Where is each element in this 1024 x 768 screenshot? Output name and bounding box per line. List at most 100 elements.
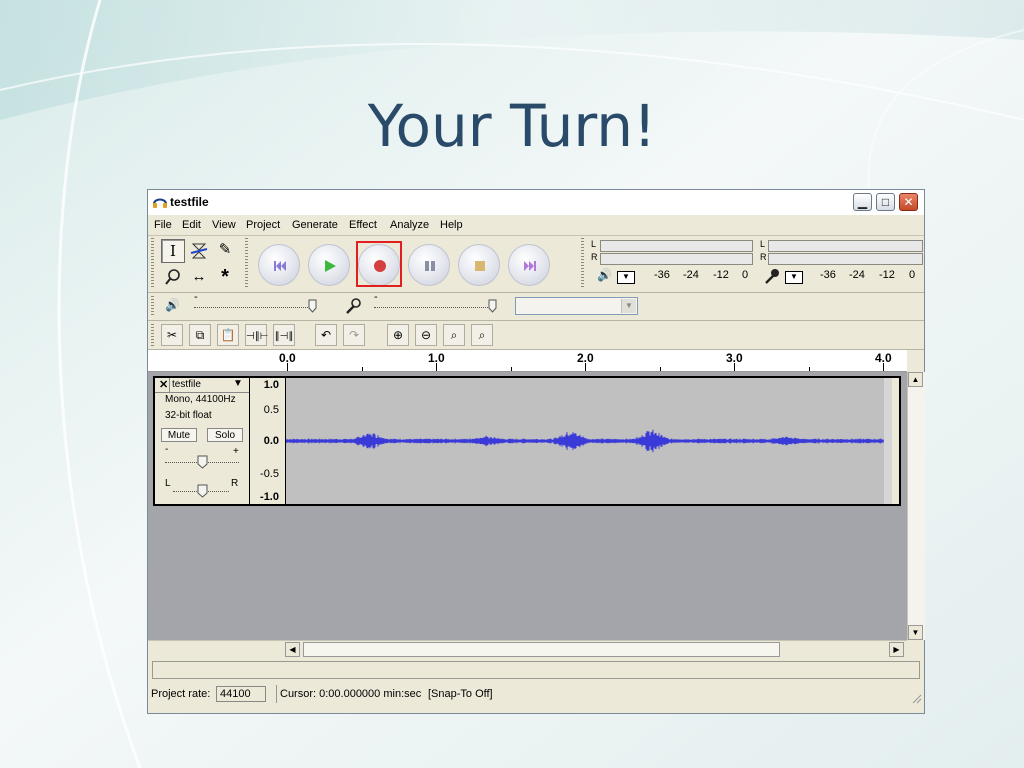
- fit-project-icon: ⌕: [478, 328, 486, 342]
- toolbar-grip[interactable]: [151, 238, 154, 288]
- gain-plus-label: +: [233, 446, 239, 457]
- input-meter-menu-button[interactable]: ▼: [785, 271, 803, 284]
- cut-button[interactable]: ✂: [161, 324, 183, 346]
- transport-grip[interactable]: [245, 238, 248, 288]
- menu-analyze[interactable]: Analyze: [390, 219, 429, 231]
- horizontal-scrollbar[interactable]: ◀ ▶: [148, 640, 907, 658]
- play-button[interactable]: [308, 244, 350, 286]
- skip-to-end-button[interactable]: [508, 244, 550, 286]
- solo-button[interactable]: Solo: [207, 428, 243, 442]
- output-volume-minus-label: -: [194, 291, 198, 303]
- input-volume-thumb[interactable]: [488, 299, 497, 313]
- slide-title: Your Turn!: [367, 92, 657, 160]
- menu-effect[interactable]: Effect: [349, 219, 377, 231]
- input-volume-slider[interactable]: [374, 307, 494, 308]
- meter-grip[interactable]: [581, 238, 584, 288]
- trim-button[interactable]: ⊣∥⊢: [245, 324, 268, 346]
- ruler-tick: [734, 363, 735, 371]
- waveform-display[interactable]: [286, 378, 892, 504]
- track-name-menu[interactable]: testfile: [172, 379, 201, 390]
- paste-icon: 📋: [220, 328, 236, 342]
- input-source-select[interactable]: ▼: [515, 297, 638, 315]
- dropdown-arrow-icon: ▼: [790, 272, 798, 281]
- close-button[interactable]: ✕: [899, 193, 918, 211]
- scroll-down-button[interactable]: ▼: [908, 625, 923, 640]
- amplitude-label: 0.5: [263, 404, 279, 416]
- toolbar-mixer: 🔊 - - ▼: [148, 291, 924, 321]
- output-volume-slider[interactable]: [194, 307, 314, 308]
- menu-help[interactable]: Help: [440, 219, 463, 231]
- input-meter-left[interactable]: [768, 240, 923, 252]
- amplitude-label: 1.0: [263, 379, 279, 391]
- output-volume-thumb[interactable]: [308, 299, 317, 313]
- scroll-up-button[interactable]: ▲: [908, 372, 923, 387]
- envelope-tool-button[interactable]: [187, 239, 211, 263]
- draw-tool-button[interactable]: ✎: [213, 239, 237, 263]
- zoom-tool-button[interactable]: [161, 266, 185, 290]
- mute-button[interactable]: Mute: [161, 428, 197, 442]
- paste-button[interactable]: 📋: [217, 324, 239, 346]
- silence-icon: ∥⊣∥: [274, 331, 294, 342]
- chevron-up-icon: ▲: [911, 375, 920, 384]
- output-meter-right[interactable]: [600, 253, 753, 265]
- menu-file[interactable]: File: [154, 219, 172, 231]
- gain-slider-thumb[interactable]: [197, 455, 208, 469]
- redo-icon: ↷: [348, 328, 360, 342]
- microphone-icon: [765, 269, 779, 284]
- status-message-box: [152, 661, 920, 679]
- ruler-tick: [361, 367, 363, 371]
- edit-grip[interactable]: [151, 324, 154, 346]
- vertical-scrollbar[interactable]: ▲ ▼: [907, 372, 925, 640]
- redo-button[interactable]: ↷: [343, 324, 365, 346]
- copy-button[interactable]: ⧉: [189, 324, 211, 346]
- input-volume-minus-label: -: [374, 291, 378, 303]
- menu-project[interactable]: Project: [246, 219, 280, 231]
- minimize-button[interactable]: ▁: [853, 193, 872, 211]
- output-meter-right-label: R: [591, 252, 598, 262]
- fit-selection-button[interactable]: ⌕: [443, 324, 465, 346]
- output-meter-left[interactable]: [600, 240, 753, 252]
- timeshift-tool-button[interactable]: ↔: [187, 266, 211, 290]
- toolbar-edit: ✂ ⧉ 📋 ⊣∥⊢ ∥⊣∥ ↶ ↷ ⊕ ⊖ ⌕ ⌕: [148, 321, 924, 350]
- skip-to-start-button[interactable]: [258, 244, 300, 286]
- undo-button[interactable]: ↶: [315, 324, 337, 346]
- waveform: [286, 429, 884, 453]
- resize-grip-icon[interactable]: [910, 692, 922, 704]
- pan-left-label: L: [165, 478, 171, 489]
- pan-slider-thumb[interactable]: [197, 484, 208, 498]
- dropdown-arrow-icon: ▼: [622, 272, 630, 281]
- multi-tool-button[interactable]: *: [213, 266, 237, 290]
- zoom-in-button[interactable]: ⊕: [387, 324, 409, 346]
- pause-button[interactable]: [408, 244, 450, 286]
- speaker-icon: 🔊: [597, 268, 612, 282]
- menu-edit[interactable]: Edit: [182, 219, 201, 231]
- project-rate-field[interactable]: 44100: [216, 686, 266, 702]
- fit-project-button[interactable]: ⌕: [471, 324, 493, 346]
- silence-button[interactable]: ∥⊣∥: [273, 324, 295, 346]
- scroll-right-button[interactable]: ▶: [889, 642, 904, 657]
- menu-generate[interactable]: Generate: [292, 219, 338, 231]
- title-bar[interactable]: testfile ▁ □ ✕: [148, 190, 924, 215]
- timeline-ruler[interactable]: 0.0 1.0 2.0 3.0 4.0: [148, 350, 907, 372]
- track-area[interactable]: ✕ testfile ▼ Mono, 44100Hz 32-bit float …: [148, 372, 907, 640]
- chevron-right-icon: ▶: [893, 645, 900, 654]
- track-amplitude-scale[interactable]: 1.0 0.5 0.0 -0.5 -1.0: [250, 378, 286, 504]
- selection-tool-button[interactable]: I: [161, 239, 185, 263]
- meter-scale-label: -36: [820, 269, 836, 281]
- horizontal-scroll-thumb[interactable]: [303, 642, 780, 657]
- selection-tool-icon: I: [170, 242, 176, 260]
- ruler-tick: [436, 363, 437, 371]
- track-menu-chevron-icon[interactable]: ▼: [233, 378, 243, 389]
- maximize-button[interactable]: □: [876, 193, 895, 211]
- multi-tool-icon: *: [221, 266, 229, 288]
- track-close-button[interactable]: ✕: [159, 378, 168, 391]
- stop-button[interactable]: [458, 244, 500, 286]
- menu-view[interactable]: View: [212, 219, 236, 231]
- mixer-grip[interactable]: [151, 296, 154, 317]
- scroll-left-button[interactable]: ◀: [285, 642, 300, 657]
- maximize-icon: □: [881, 195, 890, 209]
- menu-bar: File Edit View Project Generate Effect A…: [148, 216, 924, 236]
- zoom-out-button[interactable]: ⊖: [415, 324, 437, 346]
- input-meter-right[interactable]: [768, 253, 923, 265]
- output-meter-menu-button[interactable]: ▼: [617, 271, 635, 284]
